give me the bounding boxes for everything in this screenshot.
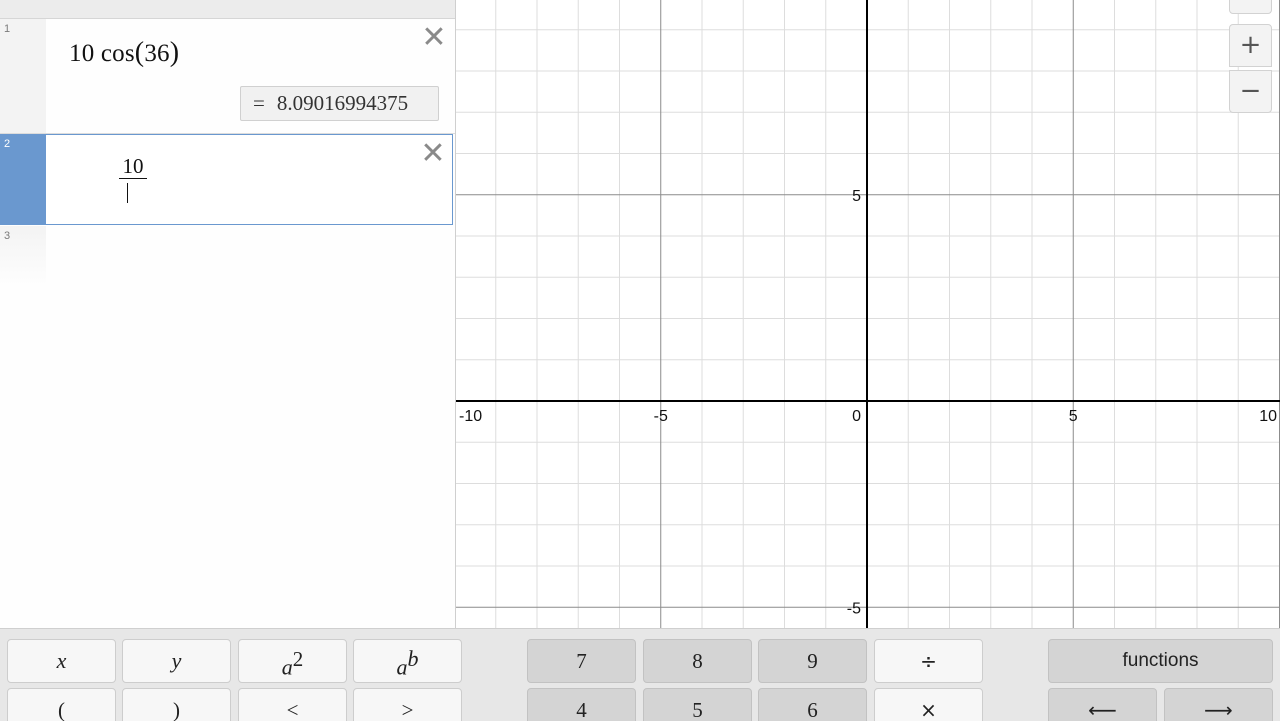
graph-canvas[interactable]: -10 -5 0 5 10 5 -5 [456,0,1280,628]
key-a-squared[interactable]: a2 [238,639,347,683]
expression-index: 3 [4,230,11,242]
expression-index: 2 [4,138,11,150]
expression-gutter[interactable]: 1 [0,19,46,133]
text-caret-icon [127,183,128,203]
key-divide[interactable]: ÷ [874,639,983,683]
key-cursor-left[interactable]: ⟵ [1048,688,1157,721]
y-tick-label: 5 [852,188,861,205]
x-tick-label: 5 [1069,408,1078,425]
x-tick-label: -10 [459,408,482,425]
x-tick-label: 0 [852,408,861,425]
key-x[interactable]: x [7,639,116,683]
expression-math[interactable]: 10 cos(36) [69,37,179,69]
close-icon[interactable]: ✕ [420,139,446,169]
expression-row-2[interactable]: 2 10 ✕ [0,134,455,225]
key-greater-than[interactable]: > [353,688,462,721]
key-8[interactable]: 8 [643,639,752,683]
zoom-in-button[interactable]: + [1229,24,1272,67]
equals-sign: = [253,91,265,115]
x-tick-label: 10 [1259,408,1277,425]
key-7[interactable]: 7 [527,639,636,683]
key-5[interactable]: 5 [643,688,752,721]
close-icon[interactable]: ✕ [421,23,447,53]
expression-row-1[interactable]: 1 10 cos(36) = 8.09016994375 ✕ [0,19,455,134]
expression-gutter-active[interactable]: 2 [0,134,46,225]
expression-index: 1 [4,23,11,35]
evaluation-result: = 8.09016994375 [240,86,439,121]
close-paren: ) [169,37,180,68]
graph-paper[interactable]: -10 -5 0 5 10 5 -5 [456,0,1280,628]
key-left-paren[interactable]: ( [7,688,116,721]
expression-row-3[interactable]: 3 [0,226,455,286]
expression-function: cos [100,40,135,67]
y-tick-label: -5 [847,600,861,617]
x-tick-label: -5 [654,408,668,425]
key-less-than[interactable]: < [238,688,347,721]
expression-list: 1 10 cos(36) = 8.09016994375 ✕ 2 10 ✕ 3 [0,0,456,628]
key-cursor-right[interactable]: ⟶ [1164,688,1273,721]
key-times[interactable]: × [874,688,983,721]
settings-button[interactable] [1229,0,1272,14]
key-9[interactable]: 9 [758,639,867,683]
key-y[interactable]: y [122,639,231,683]
key-a-power-b[interactable]: ab [353,639,462,683]
fraction[interactable]: 10 [119,155,147,203]
key-functions[interactable]: functions [1048,639,1273,683]
open-paren: ( [134,37,145,68]
key-6[interactable]: 6 [758,688,867,721]
key-right-paren[interactable]: ) [122,688,231,721]
fraction-denominator[interactable] [119,179,147,203]
expression-gutter[interactable]: 3 [0,226,46,286]
expression-input[interactable]: 10 ✕ [46,134,453,225]
key-4[interactable]: 4 [527,688,636,721]
fraction-numerator[interactable]: 10 [119,155,147,177]
result-value: 8.09016994375 [276,91,409,115]
zoom-out-button[interactable]: − [1229,70,1272,113]
expression-argument: 36 [144,40,170,67]
expression-coefficient: 10 [69,40,95,67]
expression-list-header [0,0,455,19]
keypad: x y a2 ab 7 8 9 ÷ functions ( ) < > 4 5 … [0,628,1280,721]
